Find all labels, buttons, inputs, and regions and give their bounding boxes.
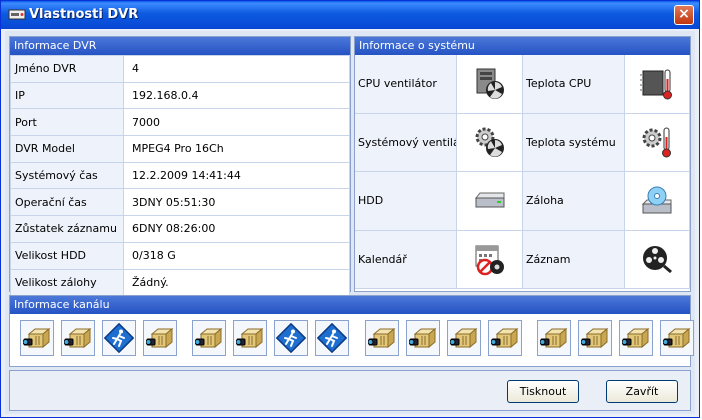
table-row: Systémový čas 12.2.2009 14:41:44 bbox=[10, 161, 350, 190]
close-button[interactable]: Zavřít bbox=[606, 380, 678, 403]
row-key: DVR Model bbox=[10, 135, 124, 163]
camera-icon bbox=[409, 327, 437, 349]
row-value: 3DNY 05:51:30 bbox=[123, 188, 350, 217]
channel-tile-6[interactable] bbox=[233, 320, 267, 356]
channel-tile-2[interactable] bbox=[61, 320, 95, 356]
window-title: Vlastnosti DVR bbox=[29, 7, 139, 22]
motion-detection-icon bbox=[104, 323, 134, 353]
channel-tile-13[interactable] bbox=[537, 320, 571, 356]
channel-tile-11[interactable] bbox=[447, 320, 481, 356]
row-value: MPEG4 Pro 16Ch bbox=[123, 135, 350, 163]
calendar-label: Kalendář bbox=[355, 230, 457, 289]
system-temperature-icon bbox=[642, 127, 671, 158]
backup-icon bbox=[641, 186, 672, 214]
system-info-grid: CPU ventilátor Teplota CPU Systémový ven… bbox=[355, 55, 690, 289]
table-row: Jméno DVR 4 bbox=[10, 55, 350, 83]
channel-info-header: Informace kanálu bbox=[10, 296, 690, 314]
row-value: 6DNY 08:26:00 bbox=[123, 215, 350, 243]
camera-icon bbox=[195, 327, 223, 349]
dvr-info-header: Informace DVR bbox=[10, 37, 350, 55]
row-key: Zůstatek záznamu bbox=[10, 215, 124, 243]
table-row: Velikost zálohy Žádný. bbox=[10, 268, 350, 297]
row-key: Jméno DVR bbox=[10, 55, 124, 83]
motion-detection-icon bbox=[276, 323, 306, 353]
button-bar: Tisknout Zavřít bbox=[9, 370, 691, 411]
channel-tile-4[interactable] bbox=[143, 320, 177, 356]
channel-tile-14[interactable] bbox=[578, 320, 612, 356]
channel-tile-15[interactable] bbox=[619, 320, 653, 356]
table-row: Velikost HDD 0/318 G bbox=[10, 241, 350, 270]
dvr-app-icon bbox=[8, 9, 26, 20]
window-close-button[interactable]: × bbox=[674, 5, 694, 25]
channel-info-panel: Informace kanálu bbox=[9, 295, 694, 367]
camera-icon bbox=[368, 327, 396, 349]
row-key: Velikost HDD bbox=[10, 241, 124, 270]
print-button[interactable]: Tisknout bbox=[507, 380, 579, 403]
recording-reel-icon bbox=[643, 246, 672, 274]
channel-tile-16[interactable] bbox=[660, 320, 694, 356]
hdd-icon bbox=[474, 192, 504, 208]
recording-label: Záznam bbox=[523, 230, 625, 289]
camera-icon bbox=[64, 327, 92, 349]
cpu-temperature-icon bbox=[640, 69, 672, 100]
channel-tile-3[interactable] bbox=[102, 320, 136, 356]
row-key: Operační čas bbox=[10, 188, 124, 217]
channel-tile-1[interactable] bbox=[20, 320, 54, 356]
table-row: Zůstatek záznamu 6DNY 08:26:00 bbox=[10, 215, 350, 243]
row-key: Velikost zálohy bbox=[10, 268, 124, 297]
system-info-panel: Informace o systému CPU ventilátor Teplo… bbox=[354, 36, 691, 292]
motion-detection-icon bbox=[317, 323, 347, 353]
channel-tile-12[interactable] bbox=[488, 320, 522, 356]
calendar-icon bbox=[475, 245, 504, 276]
channel-tile-9[interactable] bbox=[365, 320, 399, 356]
system-fan-label: Systémový ventilátor bbox=[355, 113, 457, 172]
channel-tile-7[interactable] bbox=[274, 320, 308, 356]
cpu-temperature-label: Teplota CPU bbox=[523, 55, 625, 114]
channel-tile-5[interactable] bbox=[192, 320, 226, 356]
system-fan-icon bbox=[475, 127, 504, 158]
table-row: IP 192.168.0.4 bbox=[10, 81, 350, 110]
row-value: 0/318 G bbox=[123, 241, 350, 270]
system-info-header: Informace o systému bbox=[355, 37, 690, 55]
cpu-fan-label: CPU ventilátor bbox=[355, 55, 457, 114]
row-value: 7000 bbox=[123, 108, 350, 137]
row-value: 4 bbox=[123, 55, 350, 83]
hdd-label: HDD bbox=[355, 172, 457, 231]
client-area: Informace DVR Jméno DVR 4 IP 192.168.0.4 P… bbox=[5, 31, 695, 414]
camera-icon bbox=[236, 327, 264, 349]
camera-icon bbox=[23, 327, 51, 349]
row-key: IP bbox=[10, 81, 124, 110]
camera-icon bbox=[540, 327, 568, 349]
system-temperature-label: Teplota systému bbox=[523, 113, 625, 172]
camera-icon bbox=[450, 327, 478, 349]
row-value: Žádný. bbox=[123, 268, 350, 297]
camera-icon bbox=[622, 327, 650, 349]
dvr-info-table: Jméno DVR 4 IP 192.168.0.4 Port 7000 DVR Mo… bbox=[10, 55, 350, 297]
channel-tile-10[interactable] bbox=[406, 320, 440, 356]
row-key: Systémový čas bbox=[10, 161, 124, 190]
row-key: Port bbox=[10, 108, 124, 137]
dvr-info-panel: Informace DVR Jméno DVR 4 IP 192.168.0.4 P… bbox=[9, 36, 351, 297]
row-value: 192.168.0.4 bbox=[123, 81, 350, 110]
camera-icon bbox=[663, 327, 691, 349]
row-value: 12.2.2009 14:41:44 bbox=[123, 161, 350, 190]
title-bar[interactable]: Vlastnosti DVR × bbox=[1, 1, 699, 29]
camera-icon bbox=[146, 327, 174, 349]
camera-icon bbox=[491, 327, 519, 349]
table-row: DVR Model MPEG4 Pro 16Ch bbox=[10, 135, 350, 163]
dvr-properties-window: Vlastnosti DVR × Informace DVR Jméno DVR… bbox=[0, 0, 700, 418]
backup-label: Záloha bbox=[523, 172, 625, 231]
table-row: Operační čas 3DNY 05:51:30 bbox=[10, 188, 350, 217]
cpu-fan-icon bbox=[476, 68, 504, 99]
channel-tile-8[interactable] bbox=[315, 320, 349, 356]
table-row: Port 7000 bbox=[10, 108, 350, 137]
camera-icon bbox=[581, 327, 609, 349]
